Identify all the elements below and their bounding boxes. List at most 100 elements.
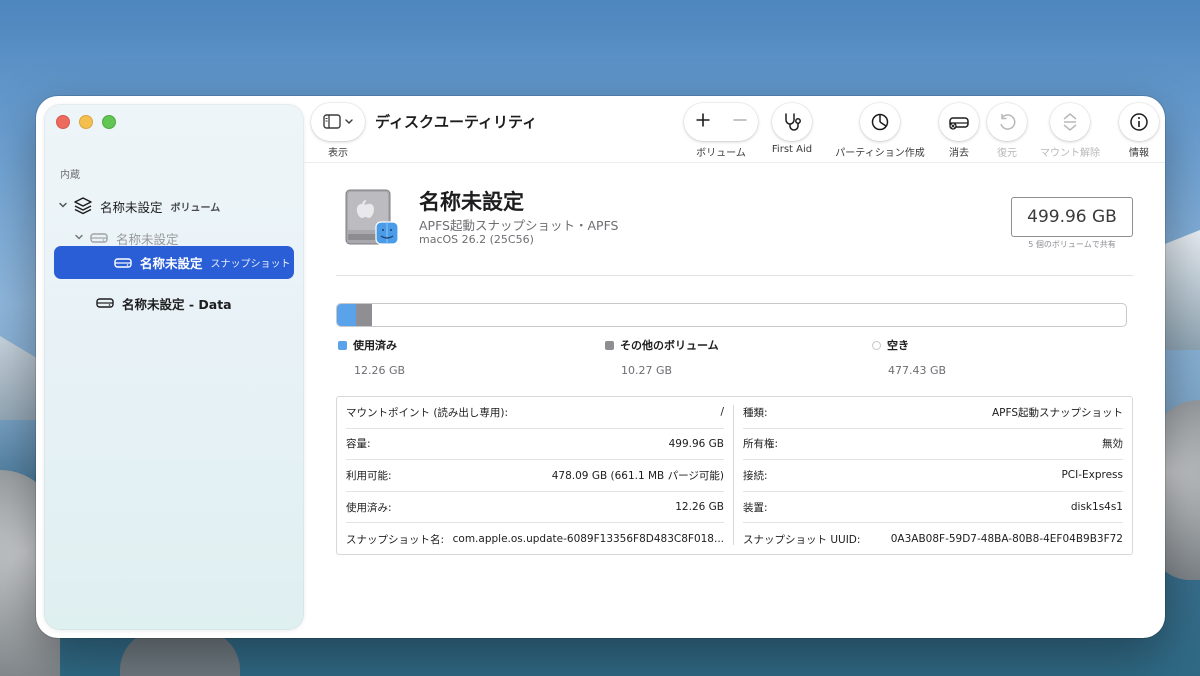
erase-button[interactable]	[939, 103, 979, 141]
finder-disk-icon	[344, 188, 400, 250]
sidebar-item-sublabel: スナップショット	[210, 259, 291, 270]
sidebar-item-volume[interactable]: 名称未設定 ボリューム	[58, 191, 220, 221]
info-row: マウントポイント (読み出し専用): /	[346, 397, 724, 429]
legend-value: 10.27 GB	[621, 364, 673, 377]
disk-subtitle: APFS起動スナップショット・APFS	[419, 218, 619, 233]
first-aid-button[interactable]	[772, 103, 812, 141]
chevron-down-icon[interactable]	[58, 200, 72, 213]
partition-label: パーティション作成	[835, 148, 925, 159]
disk-title: 名称未設定	[419, 190, 524, 214]
legend-used: 使用済み 12.26 GB	[338, 337, 405, 377]
info-row: スナップショット名: com.apple.os.update-6089F13356…	[346, 523, 724, 555]
chevron-down-icon[interactable]	[74, 232, 88, 245]
info-value: com.apple.os.update-6089F13356F8D483C8F0…	[452, 533, 724, 546]
drive-icon	[88, 232, 110, 244]
legend-swatch	[872, 341, 881, 350]
legend-label: 使用済み	[353, 339, 397, 352]
info-value: 478.09 GB (661.1 MB パージ可能)	[551, 469, 724, 482]
usage-bar	[336, 303, 1127, 327]
info-row: 利用可能: 478.09 GB (661.1 MB パージ可能)	[346, 460, 724, 492]
remove-volume-button[interactable]	[732, 112, 748, 132]
close-button[interactable]	[56, 115, 70, 129]
app-title: ディスクユーティリティ	[375, 113, 538, 131]
restore-icon	[1000, 114, 1016, 130]
info-row: 容量: 499.96 GB	[346, 429, 724, 461]
erase-label: 消去	[949, 148, 969, 159]
legend-label: 空き	[887, 339, 909, 352]
capacity-badge: 499.96 GB	[1011, 197, 1133, 237]
sidebar-item-label: 名称未設定	[140, 256, 203, 271]
toolbar: 表示 ディスクユーティリティ ボリューム First Aid パーティション作成…	[311, 96, 1165, 160]
legend-value: 477.43 GB	[888, 364, 947, 377]
volume-button-group	[684, 103, 758, 141]
legend-swatch	[605, 341, 614, 350]
volume-button-label: ボリューム	[696, 148, 746, 159]
drive-icon	[94, 297, 116, 309]
sidebar: 内蔵 名称未設定 ボリューム 名称未設定 名称未設定 スナップショット 名称未設…	[44, 104, 304, 630]
disk-utility-window: 内蔵 名称未設定 ボリューム 名称未設定 名称未設定 スナップショット 名称未設…	[36, 96, 1165, 638]
info-key: スナップショット名:	[346, 533, 445, 546]
info-row: 所有権: 無効	[743, 429, 1123, 461]
sidebar-item-label: 名称未設定 - Data	[122, 296, 232, 312]
info-value: 無効	[1102, 438, 1123, 451]
info-label: 情報	[1129, 148, 1149, 159]
first-aid-label: First Aid	[771, 144, 813, 155]
restore-label: 復元	[997, 148, 1017, 159]
info-value: APFS起動スナップショット	[991, 406, 1123, 419]
plus-icon	[696, 113, 709, 127]
legend-swatch	[338, 341, 347, 350]
sidebar-section-title: 内蔵	[60, 170, 80, 181]
capacity-note: 5 個のボリュームで共有	[1028, 240, 1116, 249]
info-value: 12.26 GB	[675, 501, 724, 514]
view-button-label: 表示	[328, 148, 348, 159]
info-row: 接続: PCI-Express	[743, 460, 1123, 492]
info-table: マウントポイント (読み出し専用): / 容量: 499.96 GB 利用可能: 478.…	[336, 396, 1133, 555]
erase-disk-icon	[949, 117, 969, 130]
partition-button[interactable]	[860, 103, 900, 141]
sidebar-item-data[interactable]: 名称未設定 - Data	[94, 288, 232, 318]
legend-other: その他のボリューム 10.27 GB	[605, 337, 719, 377]
info-icon	[1130, 113, 1148, 131]
info-value: /	[720, 406, 724, 419]
info-key: 所有権:	[743, 438, 779, 451]
legend-free: 空き 477.43 GB	[872, 337, 946, 377]
minus-icon	[733, 119, 746, 121]
info-key: スナップショット UUID:	[743, 533, 861, 546]
unmount-label: マウント解除	[1040, 148, 1100, 159]
info-column-left: マウントポイント (読み出し専用): / 容量: 499.96 GB 利用可能: 478.…	[337, 397, 733, 554]
stethoscope-icon	[785, 113, 801, 131]
sidebar-item-label: 名称未設定	[116, 231, 179, 247]
info-button[interactable]	[1119, 103, 1159, 141]
unmount-button[interactable]	[1050, 103, 1090, 141]
info-row: スナップショット UUID: 0A3AB08F-59D7-48BA-80B8-4E…	[743, 523, 1123, 555]
info-row: 種類: APFS起動スナップショット	[743, 397, 1123, 429]
add-volume-button[interactable]	[695, 111, 711, 133]
info-column-right: 種類: APFS起動スナップショット所有権: 無効接続: PCI-Express 装置:…	[734, 397, 1133, 554]
info-key: 装置:	[743, 501, 768, 514]
view-button[interactable]	[311, 103, 365, 141]
header-divider	[336, 275, 1133, 276]
layers-icon	[72, 197, 94, 215]
sidebar-item-sublabel: ボリューム	[170, 202, 221, 214]
info-value: 499.96 GB	[668, 437, 724, 450]
pie-chart-icon	[871, 113, 889, 131]
info-key: 容量:	[346, 438, 371, 451]
restore-button[interactable]	[987, 103, 1027, 141]
info-value: disk1s4s1	[1070, 501, 1123, 514]
sidebar-item-snapshot[interactable]: 名称未設定 スナップショット	[54, 246, 294, 279]
info-key: 接続:	[743, 469, 768, 482]
legend-value: 12.26 GB	[354, 364, 406, 377]
info-key: マウントポイント (読み出し専用):	[346, 406, 509, 419]
info-key: 使用済み:	[346, 501, 392, 514]
info-value: PCI-Express	[1061, 469, 1123, 482]
info-key: 種類:	[743, 406, 768, 419]
zoom-button[interactable]	[102, 115, 116, 129]
minimize-button[interactable]	[79, 115, 93, 129]
info-row: 装置: disk1s4s1	[743, 492, 1123, 524]
window-controls	[56, 115, 116, 129]
legend-label: その他のボリューム	[620, 339, 719, 352]
eject-icon	[1063, 113, 1077, 131]
usage-bar-other	[356, 304, 372, 326]
sidebar-toggle-icon	[323, 114, 353, 129]
info-row: 使用済み: 12.26 GB	[346, 492, 724, 524]
